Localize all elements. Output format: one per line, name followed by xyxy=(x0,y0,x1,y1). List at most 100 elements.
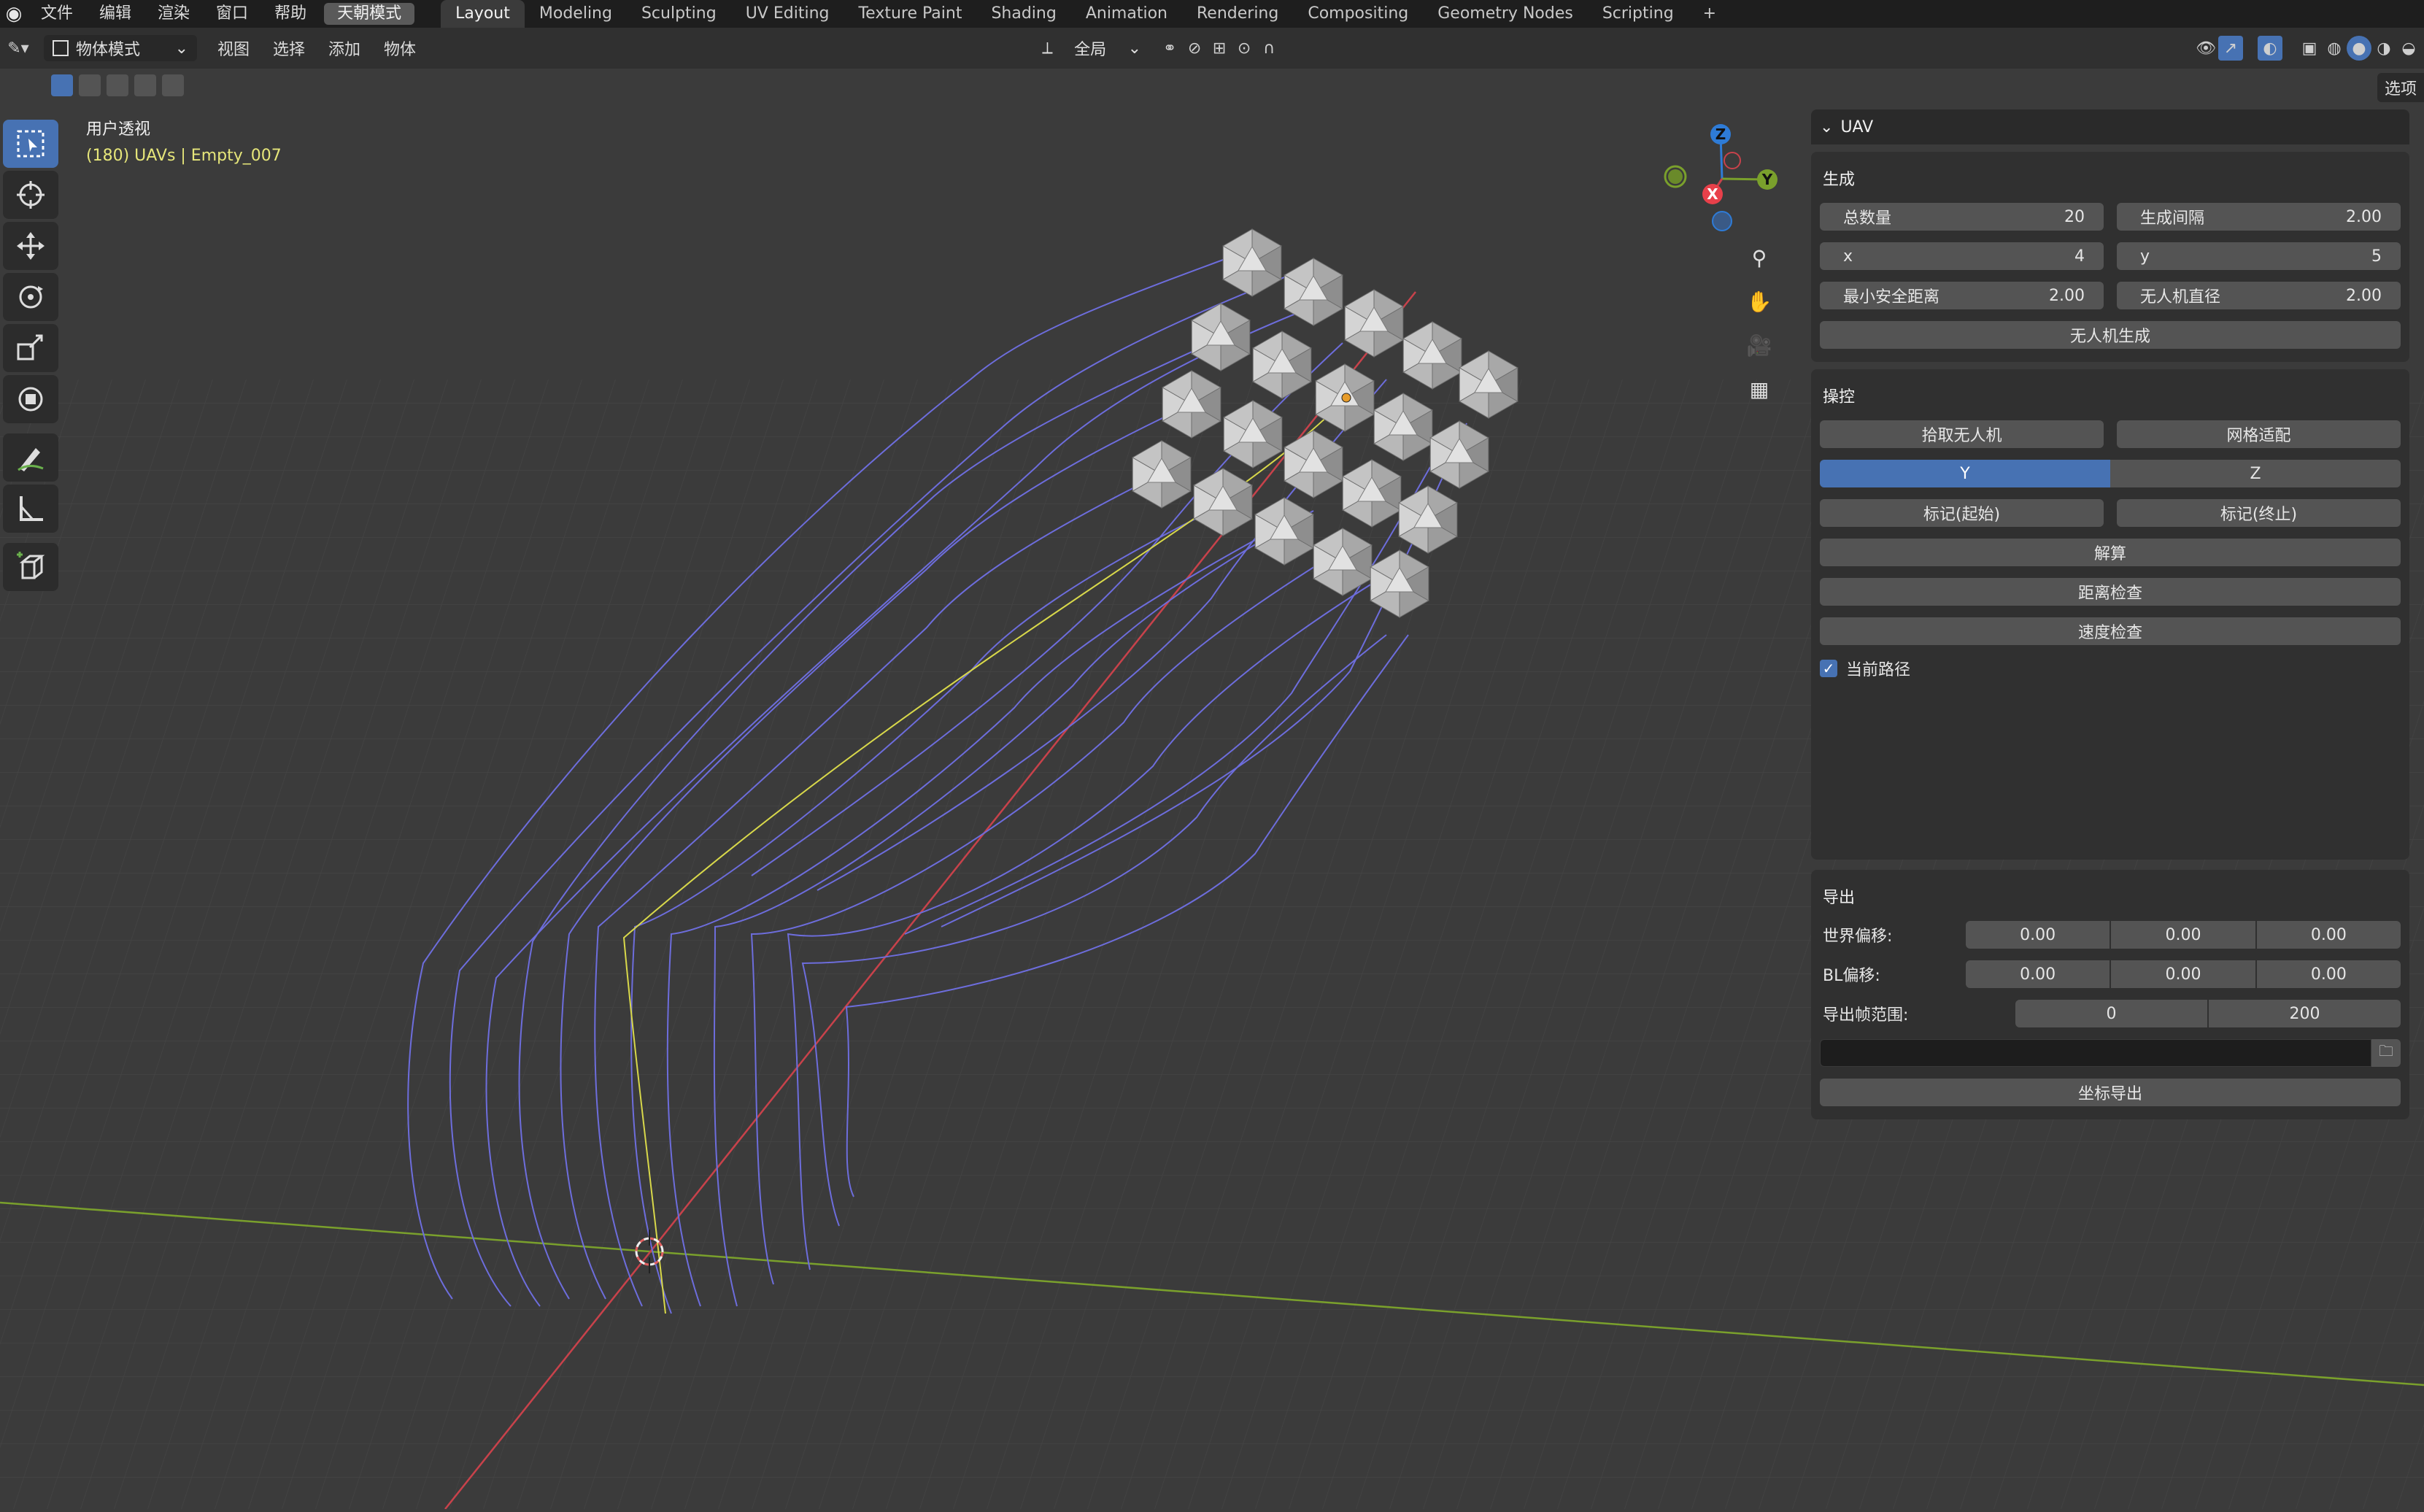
snap-target-icon[interactable]: ⊞ xyxy=(1207,36,1232,61)
axis-y-button[interactable]: Y xyxy=(1820,460,2110,487)
cursor-tool[interactable] xyxy=(3,171,58,219)
move-tool[interactable] xyxy=(3,222,58,270)
gizmo-neg-z[interactable] xyxy=(1712,211,1732,231)
tab-compositing[interactable]: Compositing xyxy=(1293,0,1423,28)
add-workspace-button[interactable]: + xyxy=(1688,0,1731,28)
bl-offset-y[interactable]: 0.00 xyxy=(2111,960,2255,988)
menu-add[interactable]: 添加 xyxy=(317,36,372,60)
select-new-icon[interactable] xyxy=(51,74,73,96)
menu-edit[interactable]: 编辑 xyxy=(86,0,144,28)
zoom-icon[interactable]: ⚲ xyxy=(1739,237,1780,278)
add-cube-tool[interactable] xyxy=(3,543,58,591)
wireframe-shading-icon[interactable]: ◍ xyxy=(2322,36,2347,61)
tab-layout[interactable]: Layout xyxy=(441,0,525,28)
solve-button[interactable]: 解算 xyxy=(1820,539,2401,566)
menu-view[interactable]: 视图 xyxy=(206,36,261,60)
current-path-checkbox[interactable]: ✓ xyxy=(1820,660,1837,677)
navigation-gizmo[interactable]: Z Y X xyxy=(1656,117,1788,241)
visibility-icon[interactable]: 👁 xyxy=(2193,36,2218,61)
menu-select[interactable]: 选择 xyxy=(261,36,317,60)
camera-view-icon[interactable]: 🎥 xyxy=(1739,325,1780,366)
tab-geometry-nodes[interactable]: Geometry Nodes xyxy=(1423,0,1588,28)
mark-start-button[interactable]: 标记(起始) xyxy=(1820,499,2104,527)
menu-object[interactable]: 物体 xyxy=(372,36,428,60)
scale-tool[interactable] xyxy=(3,324,58,372)
editor-type-icon[interactable]: ✎▾ xyxy=(6,36,31,61)
current-path-option[interactable]: ✓ 当前路径 xyxy=(1820,657,2401,680)
bl-offset-x[interactable]: 0.00 xyxy=(1966,960,2110,988)
control-section: 操控 拾取无人机 网格适配 Y Z 标记(起始) 标记(终止) 解算 距离检查 … xyxy=(1811,369,2409,860)
pivot-icon[interactable]: ⚭ xyxy=(1157,36,1182,61)
uav-panel-header[interactable]: ⌄ UAV xyxy=(1811,109,2409,144)
uav-diameter-field[interactable]: 无人机直径 2.00 xyxy=(2117,282,2401,309)
menu-help[interactable]: 帮助 xyxy=(261,0,320,28)
axis-z-button[interactable]: Z xyxy=(2110,460,2401,487)
tab-uv-editing[interactable]: UV Editing xyxy=(731,0,844,28)
transform-tool[interactable] xyxy=(3,375,58,423)
mark-end-button[interactable]: 标记(终止) xyxy=(2117,499,2401,527)
pick-uav-button[interactable]: 拾取无人机 xyxy=(1820,420,2104,448)
pan-hand-icon[interactable]: ✋ xyxy=(1739,281,1780,322)
frame-range-end[interactable]: 200 xyxy=(2209,1000,2401,1027)
measure-tool[interactable] xyxy=(3,485,58,533)
world-offset-z[interactable]: 0.00 xyxy=(2256,921,2401,949)
total-count-field[interactable]: 总数量 20 xyxy=(1820,203,2104,231)
mode-dropdown[interactable]: 物体模式 ⌄ xyxy=(44,35,197,61)
min-safe-distance-field[interactable]: 最小安全距离 2.00 xyxy=(1820,282,2104,309)
grid-fit-button[interactable]: 网格适配 xyxy=(2117,420,2401,448)
rendered-shading-icon[interactable]: ◒ xyxy=(2396,36,2421,61)
export-path-input[interactable] xyxy=(1820,1039,2371,1067)
xray-icon[interactable]: ▣ xyxy=(2297,36,2322,61)
snap-icon[interactable]: ⊘ xyxy=(1182,36,1207,61)
generate-uav-button[interactable]: 无人机生成 xyxy=(1820,321,2401,349)
material-shading-icon[interactable]: ◑ xyxy=(2371,36,2396,61)
bl-offset-z[interactable]: 0.00 xyxy=(2256,960,2401,988)
select-subtract-icon[interactable] xyxy=(107,74,128,96)
tab-modeling[interactable]: Modeling xyxy=(525,0,627,28)
menu-render[interactable]: 渲染 xyxy=(144,0,203,28)
bl-offset-row: BL偏移: 0.00 0.00 0.00 xyxy=(1820,960,2401,988)
perspective-toggle-icon[interactable]: ▦ xyxy=(1739,369,1780,409)
solid-shading-icon[interactable]: ● xyxy=(2347,36,2371,61)
sidebar-uav-panel: ⌄ UAV 生成 总数量 20 生成间隔 2.00 x 4 y 5 最小安全距离… xyxy=(1811,109,2409,1119)
gizmo-neg-x[interactable] xyxy=(1724,152,1741,169)
gizmo-toggle-icon[interactable]: ↗ xyxy=(2218,36,2243,61)
world-offset-row: 世界偏移: 0.00 0.00 0.00 xyxy=(1820,921,2401,949)
x-count-field[interactable]: x 4 xyxy=(1820,242,2104,270)
distance-check-button[interactable]: 距离检查 xyxy=(1820,578,2401,606)
tab-rendering[interactable]: Rendering xyxy=(1182,0,1293,28)
rotate-tool[interactable] xyxy=(3,273,58,321)
options-button[interactable]: 选项 xyxy=(2377,73,2424,102)
object-mode-icon xyxy=(53,40,69,56)
tab-texture-paint[interactable]: Texture Paint xyxy=(844,0,976,28)
world-offset-x[interactable]: 0.00 xyxy=(1966,921,2110,949)
y-count-field[interactable]: y 5 xyxy=(2117,242,2401,270)
speed-check-button[interactable]: 速度检查 xyxy=(1820,617,2401,645)
top-menu-bar: ◉ 文件 编辑 渲染 窗口 帮助 天朝模式 Layout Modeling Sc… xyxy=(0,0,2424,28)
world-offset-y[interactable]: 0.00 xyxy=(2111,921,2255,949)
select-box-tool[interactable] xyxy=(3,120,58,168)
frame-range-label: 导出帧范围: xyxy=(1823,1006,1909,1025)
orientation-label: 全局 xyxy=(1074,41,1107,59)
transform-orientation-dropdown[interactable]: ⟂ 全局 ⌄ xyxy=(1033,35,1150,61)
overlay-toggle-icon[interactable]: ◐ xyxy=(2258,36,2282,61)
generate-section: 生成 总数量 20 生成间隔 2.00 x 4 y 5 最小安全距离 2.00 … xyxy=(1811,152,2409,362)
export-coordinates-button[interactable]: 坐标导出 xyxy=(1820,1079,2401,1106)
proportional-edit-icon[interactable]: ⊙ xyxy=(1232,36,1257,61)
tab-sculpting[interactable]: Sculpting xyxy=(627,0,731,28)
tab-animation[interactable]: Animation xyxy=(1071,0,1182,28)
menu-custom-mode[interactable]: 天朝模式 xyxy=(324,3,415,25)
blender-logo-icon[interactable]: ◉ xyxy=(0,0,28,28)
select-intersect-icon[interactable] xyxy=(162,74,184,96)
tab-scripting[interactable]: Scripting xyxy=(1588,0,1688,28)
menu-window[interactable]: 窗口 xyxy=(203,0,261,28)
menu-file[interactable]: 文件 xyxy=(28,0,86,28)
select-invert-icon[interactable] xyxy=(134,74,156,96)
folder-icon[interactable]: 🗀 xyxy=(2371,1039,2401,1067)
generate-interval-field[interactable]: 生成间隔 2.00 xyxy=(2117,203,2401,231)
select-extend-icon[interactable] xyxy=(79,74,101,96)
tab-shading[interactable]: Shading xyxy=(976,0,1070,28)
annotate-tool[interactable] xyxy=(3,433,58,482)
frame-range-start[interactable]: 0 xyxy=(2015,1000,2207,1027)
falloff-icon[interactable]: ∩ xyxy=(1257,36,1281,61)
